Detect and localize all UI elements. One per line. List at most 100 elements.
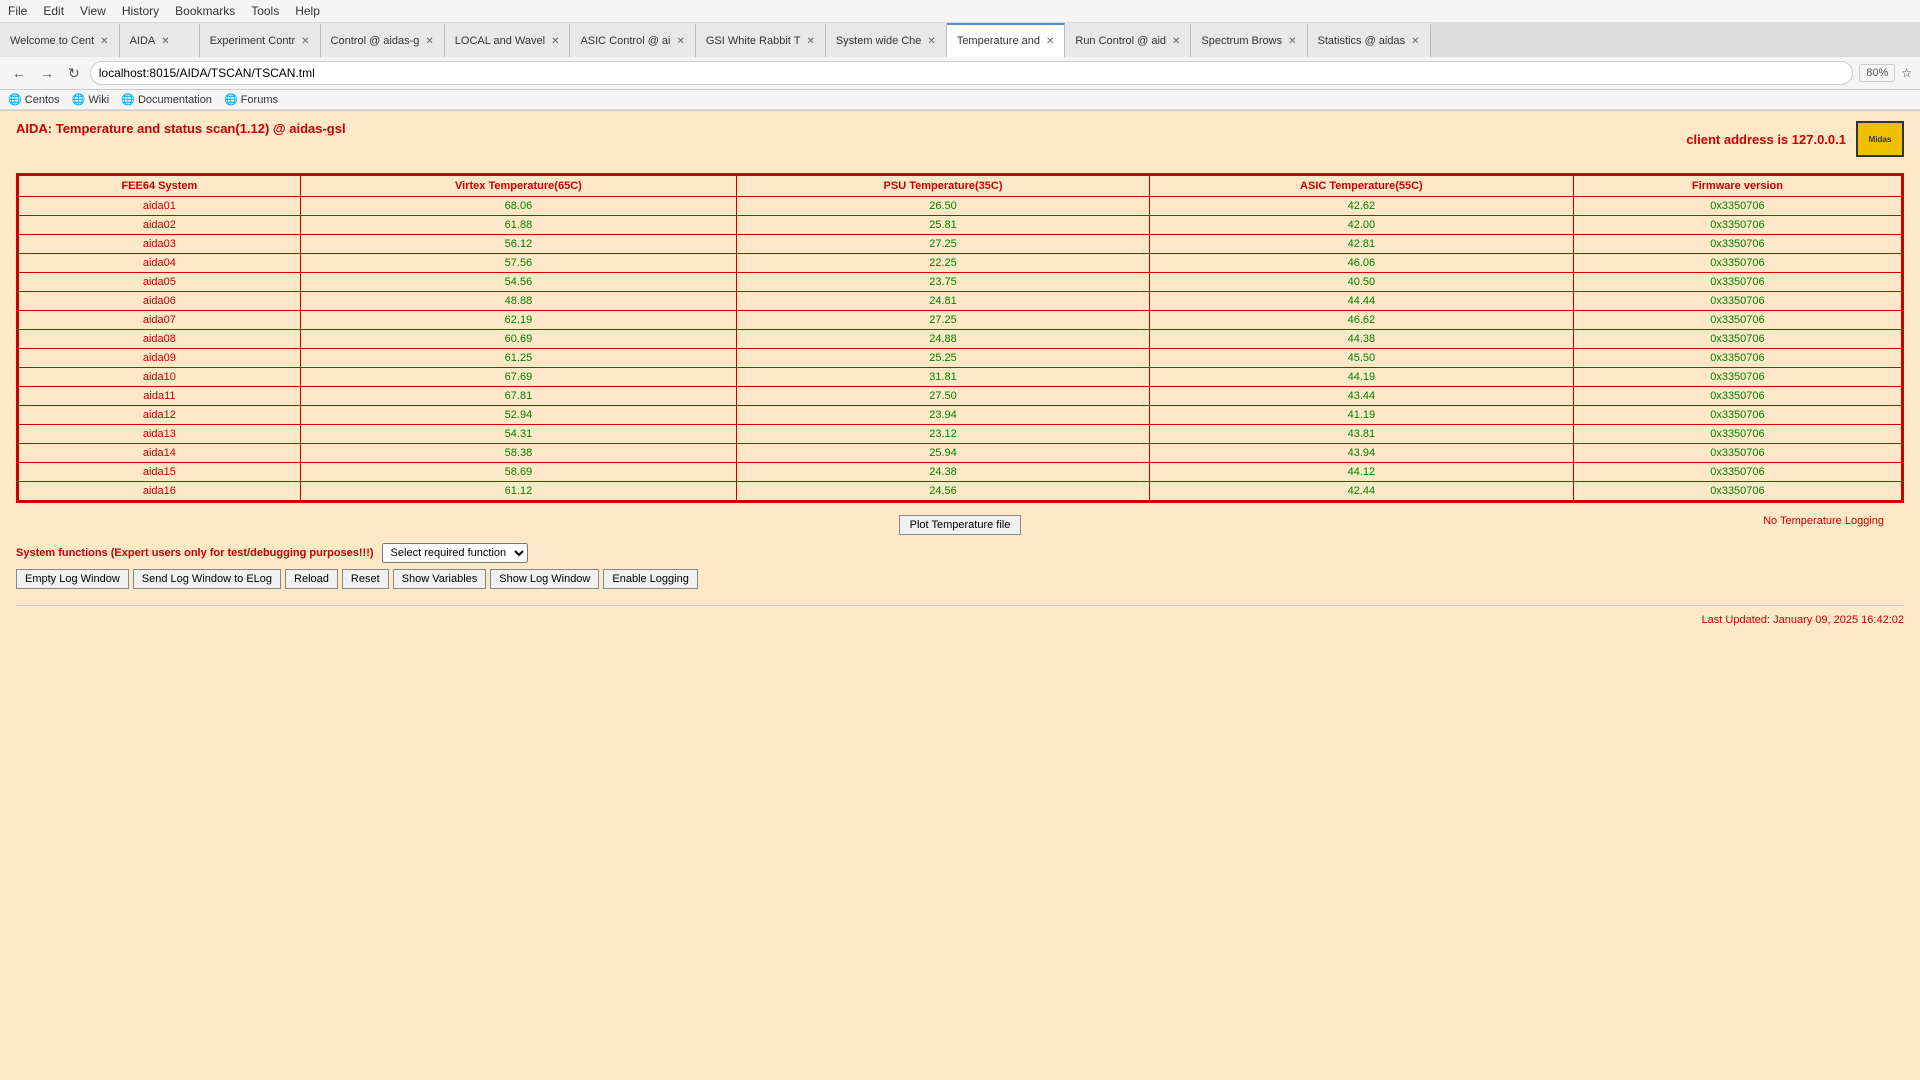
tab-aida[interactable]: AIDA ✕ <box>120 23 200 57</box>
menu-history[interactable]: History <box>122 4 159 18</box>
tab-asic-control[interactable]: ASIC Control @ ai ✕ <box>570 23 695 57</box>
tab-gsi-white-rabbit[interactable]: GSI White Rabbit T ✕ <box>696 23 826 57</box>
data-cell: 42.44 <box>1149 482 1573 501</box>
data-cell: 48.88 <box>300 292 736 311</box>
data-cell: 58.38 <box>300 444 736 463</box>
data-cell: 0x3350706 <box>1573 482 1901 501</box>
data-cell: 42.62 <box>1149 197 1573 216</box>
reset-button[interactable]: Reset <box>342 569 389 589</box>
table-row: aida1558.6924.3844.120x3350706 <box>19 463 1902 482</box>
function-select[interactable]: Select required function <box>382 543 528 563</box>
url-input[interactable] <box>90 61 1853 85</box>
data-cell: 41.19 <box>1149 406 1573 425</box>
tab-welcome-to-cent[interactable]: Welcome to Cent ✕ <box>0 23 120 57</box>
tab-spectrum-brows[interactable]: Spectrum Brows ✕ <box>1191 23 1307 57</box>
data-cell: 68.06 <box>300 197 736 216</box>
data-cell: 46.62 <box>1149 311 1573 330</box>
tab-control-aidas-g[interactable]: Control @ aidas-g ✕ <box>321 23 445 57</box>
data-cell: 56.12 <box>300 235 736 254</box>
system-name-cell: aida04 <box>19 254 301 273</box>
table-row: aida0961.2525.2545.500x3350706 <box>19 349 1902 368</box>
system-name-cell: aida08 <box>19 330 301 349</box>
page-title: AIDA: Temperature and status scan(1.12) … <box>16 121 346 136</box>
data-cell: 43.94 <box>1149 444 1573 463</box>
system-name-cell: aida09 <box>19 349 301 368</box>
data-cell: 57.56 <box>300 254 736 273</box>
bookmark-centos[interactable]: 🌐 Centos <box>8 93 60 106</box>
tab-close-icon[interactable]: ✕ <box>100 36 108 47</box>
reload-button[interactable]: Reload <box>285 569 338 589</box>
bookmark-star-icon[interactable]: ☆ <box>1901 66 1912 80</box>
reload-button[interactable]: ↻ <box>64 63 84 84</box>
plot-temperature-button[interactable]: Plot Temperature file <box>899 515 1022 535</box>
tab-system-wide-che[interactable]: System wide Che ✕ <box>826 23 947 57</box>
table-row: aida1661.1224.5642.440x3350706 <box>19 482 1902 501</box>
menu-file[interactable]: File <box>8 4 27 18</box>
tab-statistics-aidas[interactable]: Statistics @ aidas ✕ <box>1308 23 1431 57</box>
menu-help[interactable]: Help <box>295 4 320 18</box>
tab-close-icon[interactable]: ✕ <box>1288 36 1296 47</box>
tab-local-wavel[interactable]: LOCAL and Wavel ✕ <box>445 23 571 57</box>
system-name-cell: aida01 <box>19 197 301 216</box>
menu-tools[interactable]: Tools <box>251 4 279 18</box>
tab-temperature-and[interactable]: Temperature and ✕ <box>947 23 1066 57</box>
data-cell: 0x3350706 <box>1573 254 1901 273</box>
action-buttons: Empty Log Window Send Log Window to ELog… <box>16 569 1904 589</box>
tab-close-icon[interactable]: ✕ <box>425 36 433 47</box>
tab-close-icon[interactable]: ✕ <box>1411 36 1419 47</box>
data-cell: 25.81 <box>737 216 1150 235</box>
data-cell: 27.25 <box>737 311 1150 330</box>
data-cell: 44.19 <box>1149 368 1573 387</box>
system-name-cell: aida16 <box>19 482 301 501</box>
data-cell: 31.81 <box>737 368 1150 387</box>
forward-button[interactable]: → <box>36 63 58 83</box>
system-name-cell: aida15 <box>19 463 301 482</box>
data-cell: 24.38 <box>737 463 1150 482</box>
show-variables-button[interactable]: Show Variables <box>393 569 487 589</box>
tab-close-icon[interactable]: ✕ <box>806 36 814 47</box>
menu-edit[interactable]: Edit <box>43 4 64 18</box>
back-button[interactable]: ← <box>8 63 30 83</box>
last-updated: Last Updated: January 09, 2025 16:42:02 <box>1702 614 1904 626</box>
temperature-table: FEE64 System Virtex Temperature(65C) PSU… <box>18 175 1902 501</box>
system-name-cell: aida11 <box>19 387 301 406</box>
data-cell: 23.75 <box>737 273 1150 292</box>
data-cell: 25.94 <box>737 444 1150 463</box>
enable-logging-button[interactable]: Enable Logging <box>603 569 697 589</box>
tab-close-icon[interactable]: ✕ <box>551 36 559 47</box>
data-cell: 0x3350706 <box>1573 368 1901 387</box>
data-cell: 45.50 <box>1149 349 1573 368</box>
tab-run-control[interactable]: Run Control @ aid ✕ <box>1065 23 1191 57</box>
empty-log-button[interactable]: Empty Log Window <box>16 569 129 589</box>
data-table-wrapper: FEE64 System Virtex Temperature(65C) PSU… <box>16 173 1904 503</box>
data-cell: 0x3350706 <box>1573 387 1901 406</box>
table-row: aida0356.1227.2542.810x3350706 <box>19 235 1902 254</box>
tab-close-icon[interactable]: ✕ <box>676 36 684 47</box>
system-functions-label: System functions (Expert users only for … <box>16 547 374 559</box>
data-cell: 62.19 <box>300 311 736 330</box>
bookmark-forums[interactable]: 🌐 Forums <box>224 93 278 106</box>
data-cell: 27.25 <box>737 235 1150 254</box>
tab-close-icon[interactable]: ✕ <box>927 36 935 47</box>
col-header-firmware: Firmware version <box>1573 176 1901 197</box>
show-log-window-button[interactable]: Show Log Window <box>490 569 599 589</box>
tab-close-icon[interactable]: ✕ <box>1046 36 1054 47</box>
tab-experiment-contr[interactable]: Experiment Contr ✕ <box>200 23 321 57</box>
data-cell: 0x3350706 <box>1573 273 1901 292</box>
data-cell: 0x3350706 <box>1573 197 1901 216</box>
tab-close-icon[interactable]: ✕ <box>1172 36 1180 47</box>
menu-view[interactable]: View <box>80 4 106 18</box>
tab-close-icon[interactable]: ✕ <box>161 36 169 47</box>
data-cell: 44.38 <box>1149 330 1573 349</box>
data-cell: 61.12 <box>300 482 736 501</box>
bookmark-wiki[interactable]: 🌐 Wiki <box>72 93 110 106</box>
system-name-cell: aida14 <box>19 444 301 463</box>
data-cell: 42.00 <box>1149 216 1573 235</box>
bookmarks-bar: 🌐 Centos 🌐 Wiki 🌐 Documentation 🌐 Forums <box>0 90 1920 110</box>
data-cell: 0x3350706 <box>1573 444 1901 463</box>
send-log-elog-button[interactable]: Send Log Window to ELog <box>133 569 281 589</box>
table-row: aida1252.9423.9441.190x3350706 <box>19 406 1902 425</box>
tab-close-icon[interactable]: ✕ <box>301 36 309 47</box>
bookmark-documentation[interactable]: 🌐 Documentation <box>121 93 212 106</box>
menu-bookmarks[interactable]: Bookmarks <box>175 4 235 18</box>
